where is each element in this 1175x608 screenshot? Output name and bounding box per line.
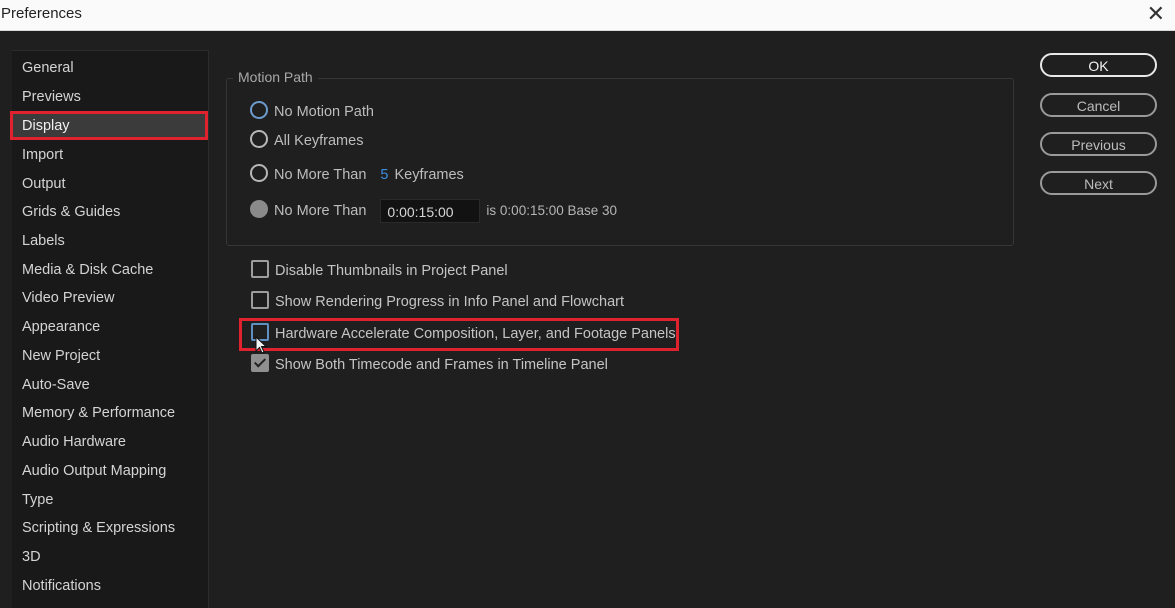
show-rendering-progress-checkbox[interactable] — [251, 291, 269, 310]
ok-button[interactable]: OK — [1040, 53, 1157, 77]
checkbox-row-disable-thumbnails[interactable]: Disable Thumbnails in Project Panel — [251, 260, 508, 282]
radio-label: All Keyframes — [274, 133, 364, 149]
sidebar-item-memory-performance[interactable]: Memory & Performance — [12, 400, 208, 426]
hardware-accelerate-checkbox[interactable] — [251, 323, 269, 342]
radio-no-motion-path[interactable] — [250, 101, 268, 120]
keyframes-unit-label: Keyframes — [394, 167, 464, 183]
window-title: Preferences — [1, 5, 82, 22]
sidebar-item-3d[interactable]: 3D — [12, 544, 208, 570]
radio-label: No Motion Path — [274, 104, 374, 120]
previous-button[interactable]: Previous — [1040, 132, 1157, 156]
sidebar-item-general[interactable]: General — [12, 55, 208, 81]
sidebar-item-appearance[interactable]: Appearance — [12, 314, 208, 340]
sidebar-item-new-project[interactable]: New Project — [12, 343, 208, 369]
sidebar-item-audio-output-mapping[interactable]: Audio Output Mapping — [12, 458, 208, 484]
checkbox-label: Show Both Timecode and Frames in Timelin… — [275, 357, 608, 373]
next-button[interactable]: Next — [1040, 171, 1157, 195]
cancel-button[interactable]: Cancel — [1040, 93, 1157, 117]
show-timecode-frames-checkbox[interactable] — [251, 354, 269, 373]
checkbox-row-hardware-accelerate[interactable]: Hardware Accelerate Composition, Layer, … — [251, 323, 676, 345]
checkbox-label: Hardware Accelerate Composition, Layer, … — [275, 326, 676, 342]
checkbox-label: Show Rendering Progress in Info Panel an… — [275, 294, 624, 310]
sidebar-item-previews[interactable]: Previews — [12, 84, 208, 110]
sidebar-item-auto-save[interactable]: Auto-Save — [12, 372, 208, 398]
checkbox-label: Disable Thumbnails in Project Panel — [275, 263, 508, 279]
time-limit-input[interactable]: 0:00:15:00 — [380, 199, 481, 224]
keyframes-count-value[interactable]: 5 — [380, 167, 388, 183]
sidebar-item-notifications[interactable]: Notifications — [12, 573, 208, 599]
preferences-category-list: General Previews Display Import Output G… — [10, 50, 209, 608]
checkbox-row-rendering-progress[interactable]: Show Rendering Progress in Info Panel an… — [251, 291, 624, 313]
close-icon[interactable]: ✕ — [1147, 1, 1165, 27]
sidebar-item-audio-hardware[interactable]: Audio Hardware — [12, 429, 208, 455]
sidebar-item-labels[interactable]: Labels — [12, 228, 208, 254]
sidebar-item-import[interactable]: Import — [12, 142, 208, 168]
checkbox-row-timecode-frames[interactable]: Show Both Timecode and Frames in Timelin… — [251, 354, 608, 376]
disable-thumbnails-checkbox[interactable] — [251, 260, 269, 279]
sidebar-item-media-disk-cache[interactable]: Media & Disk Cache — [12, 257, 208, 283]
radio-row-no-more-than-time[interactable]: No More Than 0:00:15:00 is 0:00:15:00 Base… — [250, 199, 618, 224]
sidebar-item-scripting-expressions[interactable]: Scripting & Expressions — [12, 515, 208, 541]
radio-all-keyframes[interactable] — [250, 130, 268, 149]
motion-path-legend: Motion Path — [233, 69, 318, 85]
title-bar: Preferences ✕ — [0, 0, 1175, 31]
sidebar-item-grids-guides[interactable]: Grids & Guides — [12, 199, 208, 225]
sidebar-item-video-preview[interactable]: Video Preview — [12, 285, 208, 311]
radio-no-more-than-keyframes[interactable] — [250, 164, 268, 183]
radio-row-all-keyframes[interactable]: All Keyframes — [250, 129, 363, 153]
sidebar-item-display[interactable]: Display — [10, 111, 208, 140]
sidebar-item-output[interactable]: Output — [12, 171, 208, 197]
sidebar-item-type[interactable]: Type — [12, 487, 208, 513]
radio-row-no-more-than-keyframes[interactable]: No More Than 5 Keyframes — [250, 163, 464, 187]
radio-no-more-than-time[interactable] — [250, 200, 268, 219]
radio-row-no-motion-path[interactable]: No Motion Path — [250, 100, 374, 124]
time-info-text: is 0:00:15:00 Base 30 — [486, 203, 618, 218]
radio-label: No More Than — [274, 203, 367, 219]
radio-label: No More Than — [274, 167, 367, 183]
